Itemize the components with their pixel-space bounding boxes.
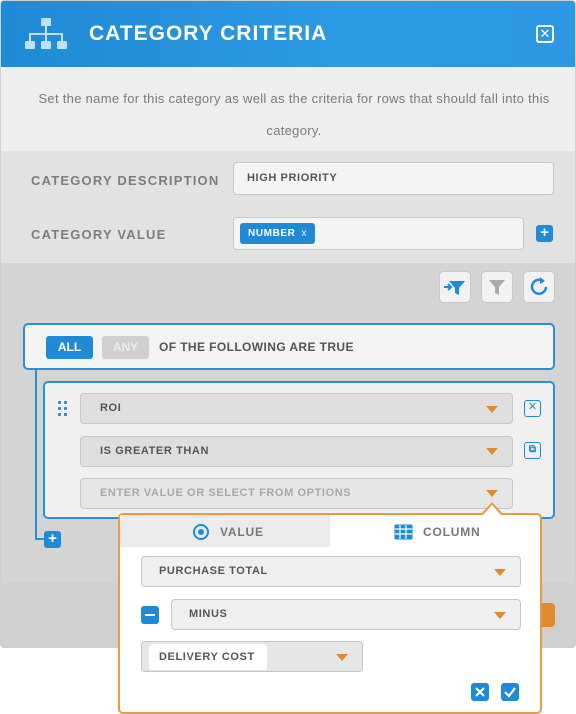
operation-select-value: MINUS — [189, 608, 228, 620]
second-column-value: DELIVERY COST — [149, 644, 267, 670]
chevron-down-icon — [486, 490, 498, 497]
tab-column[interactable]: COLUMN — [423, 525, 480, 539]
add-criteria-button[interactable]: + — [44, 531, 61, 548]
table-icon — [394, 524, 413, 540]
chip-remove-icon[interactable]: x — [302, 228, 308, 239]
category-description-input[interactable]: HIGH PRIORITY — [233, 162, 554, 195]
value-source-popover: VALUE COLUMN PURCHASE TOTAL MINUS DELIVE… — [118, 513, 542, 714]
chevron-down-icon — [336, 654, 348, 661]
column-select[interactable]: PURCHASE TOTAL — [141, 556, 521, 587]
criteria-operator-select[interactable]: IS GREATER THAN — [80, 436, 513, 467]
filter-add-icon — [444, 281, 465, 295]
filter-add-button[interactable] — [439, 271, 471, 303]
chevron-down-icon — [486, 448, 498, 455]
rule-group-header: ALL ANY OF THE FOLLOWING ARE TRUE — [23, 323, 555, 370]
column-select-value: PURCHASE TOTAL — [159, 565, 268, 577]
remove-operation-button[interactable] — [141, 606, 159, 624]
category-value-label: CATEGORY VALUE — [31, 227, 167, 242]
remove-criteria-icon[interactable]: ✕ — [524, 400, 541, 417]
confirm-icon[interactable] — [501, 683, 519, 701]
operation-select[interactable]: MINUS — [171, 599, 521, 630]
chevron-down-icon — [494, 612, 506, 619]
group-condition-text: OF THE FOLLOWING ARE TRUE — [159, 340, 354, 354]
criteria-operator-value: IS GREATER THAN — [100, 445, 210, 457]
reset-button[interactable] — [523, 271, 555, 303]
all-toggle[interactable]: ALL — [46, 336, 93, 359]
add-value-button[interactable]: + — [536, 225, 553, 242]
radio-icon — [193, 524, 209, 540]
drag-handle-icon[interactable] — [58, 401, 70, 417]
any-toggle[interactable]: ANY — [102, 336, 149, 359]
number-chip[interactable]: NUMBER x — [240, 223, 316, 244]
dialog-header: CATEGORY CRITERIA ✕ — [1, 1, 575, 67]
chevron-down-icon — [486, 406, 498, 413]
copy-criteria-icon[interactable]: ⧉ — [524, 442, 541, 459]
tab-value-label: VALUE — [220, 525, 264, 539]
criteria-field-select[interactable]: ROI — [80, 393, 513, 424]
hierarchy-icon — [25, 18, 67, 49]
chevron-down-icon — [494, 569, 506, 576]
dialog-title: CATEGORY CRITERIA — [89, 22, 328, 45]
tree-line — [35, 370, 37, 540]
description-area: Set the name for this category as well a… — [1, 67, 575, 151]
filter-icon — [489, 280, 505, 295]
criteria-value-input[interactable]: ENTER VALUE OR SELECT FROM OPTIONS — [80, 478, 513, 509]
category-description-label: CATEGORY DESCRIPTION — [31, 173, 220, 188]
number-chip-label: NUMBER — [248, 228, 296, 239]
popover-arrow-inner — [483, 505, 501, 515]
criteria-field-value: ROI — [100, 402, 122, 414]
dialog-description: Set the name for this category as well a… — [38, 91, 550, 138]
fields-area: CATEGORY DESCRIPTION HIGH PRIORITY CATEG… — [1, 151, 575, 263]
criteria-value-placeholder: ENTER VALUE OR SELECT FROM OPTIONS — [100, 487, 352, 499]
close-icon[interactable]: ✕ — [536, 25, 554, 43]
cancel-icon[interactable] — [471, 683, 489, 701]
filter-button[interactable] — [481, 271, 513, 303]
refresh-icon — [530, 277, 548, 295]
